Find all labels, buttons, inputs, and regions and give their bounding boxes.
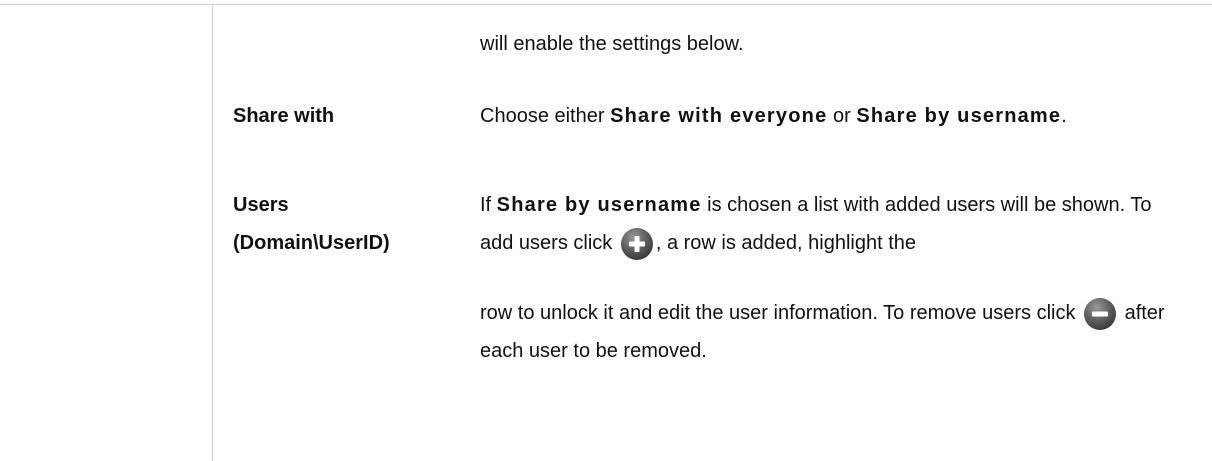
desc-text: , a row is added, highlight the: [655, 232, 917, 254]
remove-user-icon: [1083, 297, 1117, 331]
row-description: Choose either Share with everyone or Sha…: [480, 97, 1180, 135]
desc-text: row to unlock it and edit the user infor…: [480, 302, 1082, 324]
keyword-share-with-everyone: Share with everyone: [610, 105, 828, 127]
row-description: If Share by username is chosen a list wi…: [480, 186, 1180, 370]
row-label: Share with: [233, 105, 335, 127]
keyword-share-by-username: Share by username: [496, 194, 702, 216]
row-label-line1: Users: [233, 194, 289, 216]
keyword-share-by-username: Share by username: [856, 105, 1062, 127]
row-label-line2: (Domain\UserID): [233, 232, 390, 254]
desc-text: or: [827, 105, 857, 127]
document-table: will enable the settings below. Share wi…: [0, 0, 1212, 461]
row-label: Users (Domain\UserID): [233, 186, 390, 262]
desc-text: Choose either: [480, 105, 611, 127]
desc-text: If: [480, 194, 497, 216]
add-user-icon: [620, 227, 654, 261]
intro-text: will enable the settings below.: [480, 33, 744, 55]
desc-text: .: [1061, 105, 1067, 127]
